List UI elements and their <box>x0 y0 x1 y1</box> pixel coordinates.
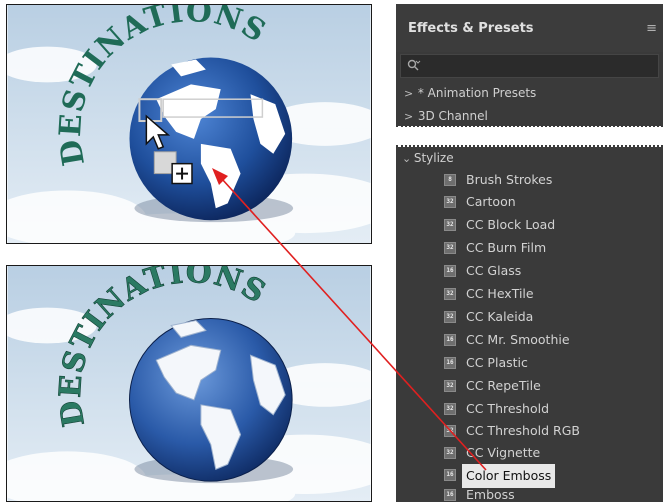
twisty-collapsed-icon[interactable]: > <box>404 84 414 104</box>
effect-bitdepth-icon: 32 <box>444 311 456 323</box>
effect-item-emboss[interactable]: 16 Emboss <box>396 484 663 502</box>
category-3d-channel[interactable]: > 3D Channel <box>396 106 663 126</box>
effects-presets-panel: Effects & Presets ≡ > * Animation Preset… <box>396 4 663 502</box>
effect-item-cc-threshold-rgb[interactable]: 32 CC Threshold RGB <box>396 420 663 442</box>
effect-bitdepth-icon: 32 <box>444 219 456 231</box>
effect-item-cc-mr-smoothie[interactable]: 16 CC Mr. Smoothie <box>396 329 663 351</box>
torn-edge-top <box>396 125 663 127</box>
panel-title: Effects & Presets <box>408 21 534 36</box>
effect-item-cc-block-load[interactable]: 32 CC Block Load <box>396 214 663 236</box>
category-label: Stylize <box>413 151 454 165</box>
category-animation-presets[interactable]: > * Animation Presets <box>396 83 663 103</box>
panel-menu-icon[interactable]: ≡ <box>646 21 657 36</box>
comp-image-after: DESTINATIONS <box>7 266 371 501</box>
effect-bitdepth-icon: 32 <box>444 196 456 208</box>
effect-bitdepth-icon: 32 <box>444 447 456 459</box>
panel-header: Effects & Presets ≡ <box>396 4 663 52</box>
effect-bitdepth-icon: 16 <box>444 469 456 481</box>
composition-viewer-after[interactable]: DESTINATIONS <box>6 265 372 502</box>
effect-bitdepth-icon: 32 <box>444 288 456 300</box>
effect-bitdepth-icon: 32 <box>444 403 456 415</box>
effect-item-cc-burn-film[interactable]: 32 CC Burn Film <box>396 237 663 259</box>
effects-search-input[interactable] <box>400 54 659 78</box>
comp-image-before: DESTINATIONS <box>7 5 371 243</box>
effect-bitdepth-icon: 32 <box>444 425 456 437</box>
twisty-collapsed-icon[interactable]: > <box>404 107 414 127</box>
effect-bitdepth-icon: 16 <box>444 489 456 501</box>
effect-item-color-emboss[interactable]: 16 Color Emboss <box>396 464 663 488</box>
twisty-expanded-icon[interactable]: ⌄ <box>402 149 411 169</box>
effect-bitdepth-icon: 32 <box>444 242 456 254</box>
effect-item-cc-threshold[interactable]: 32 CC Threshold <box>396 398 663 420</box>
composition-viewer-before[interactable]: DESTINATIONS <box>6 4 372 244</box>
category-label: * Animation Presets <box>417 86 537 100</box>
effect-item-brush-strokes[interactable]: 8 Brush Strokes <box>396 169 663 191</box>
effect-item-cc-plastic[interactable]: 16 CC Plastic <box>396 352 663 374</box>
effect-item-cc-glass[interactable]: 16 CC Glass <box>396 260 663 282</box>
torn-edge-bottom <box>396 145 663 147</box>
section-break <box>396 126 663 147</box>
search-icon <box>407 59 421 71</box>
effect-item-cartoon[interactable]: 32 Cartoon <box>396 191 663 213</box>
category-label: 3D Channel <box>417 109 488 123</box>
effect-bitdepth-icon: 16 <box>444 357 456 369</box>
effect-item-cc-kaleida[interactable]: 32 CC Kaleida <box>396 306 663 328</box>
effect-item-cc-vignette[interactable]: 32 CC Vignette <box>396 442 663 464</box>
effect-item-cc-repetile[interactable]: 32 CC RepeTile <box>396 375 663 397</box>
add-plus-icon <box>171 162 193 185</box>
effect-item-cc-hextile[interactable]: 32 CC HexTile <box>396 283 663 305</box>
effect-bitdepth-icon: 16 <box>444 334 456 346</box>
effect-bitdepth-icon: 8 <box>444 174 456 186</box>
category-stylize[interactable]: ⌄ Stylize <box>396 148 663 168</box>
effect-bitdepth-icon: 32 <box>444 380 456 392</box>
effect-bitdepth-icon: 16 <box>444 265 456 277</box>
